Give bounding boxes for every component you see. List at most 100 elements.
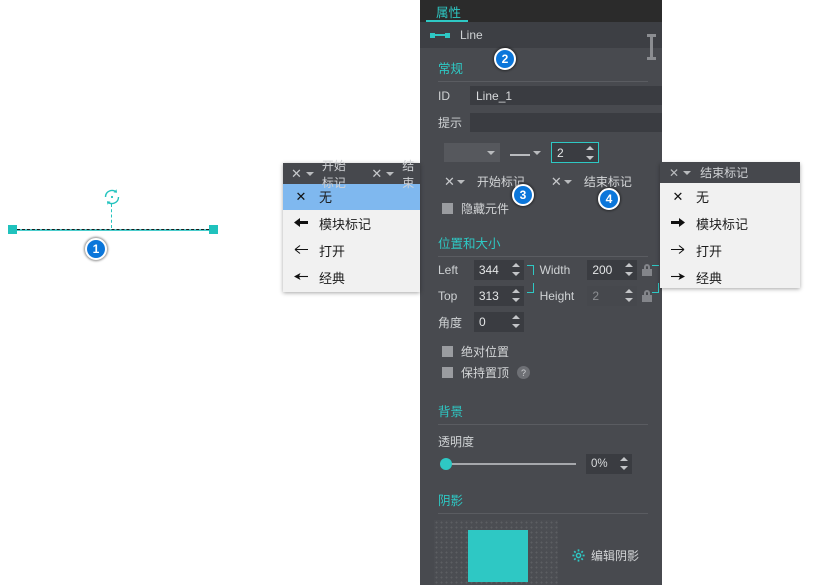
marker-none-x-icon: ✕ bbox=[371, 166, 383, 181]
start-marker-dropdown-header-strip: ✕ 开始标记 ✕ 结束 bbox=[283, 159, 420, 190]
chevron-down-icon bbox=[305, 171, 314, 176]
absolute-position-checkbox[interactable] bbox=[442, 346, 453, 357]
start-marker-option-list: ✕ 无 模块标记 打开 经典 bbox=[283, 183, 420, 291]
app-root: 1 属性 Line 常规 ID Line_1 提示 2 ✕ 开始标记 ✕ 结束标… bbox=[0, 0, 820, 585]
row-hide-widget[interactable]: 隐藏元件 bbox=[420, 194, 662, 223]
overlay-end-label: 结束 bbox=[402, 158, 415, 190]
keep-on-top-label: 保持置顶 bbox=[461, 366, 510, 380]
resize-handle-right[interactable] bbox=[209, 225, 218, 234]
tip-input[interactable] bbox=[470, 113, 662, 132]
stepper-arrows-icon[interactable] bbox=[620, 456, 628, 471]
end-marker-dropdown-header: ✕ 结束标记 bbox=[660, 162, 800, 183]
angle-value: 0 bbox=[479, 315, 486, 329]
angle-label: 角度 bbox=[438, 315, 463, 330]
row-angle: 角度 0 bbox=[438, 309, 662, 335]
option-label: 打开 bbox=[319, 244, 346, 259]
start-marker-option-classic[interactable]: 经典 bbox=[283, 264, 420, 291]
end-marker-option-classic[interactable]: 经典 bbox=[660, 264, 800, 291]
opacity-input[interactable]: 0% bbox=[586, 454, 632, 474]
callout-badge-3: 3 bbox=[512, 184, 534, 206]
stepper-arrows-icon[interactable] bbox=[511, 262, 520, 277]
row-id: ID Line_1 bbox=[420, 82, 662, 109]
top-label: Top bbox=[438, 289, 458, 303]
help-icon[interactable]: ? bbox=[517, 366, 531, 379]
stroke-width-stepper[interactable]: 2 bbox=[551, 142, 599, 163]
stroke-width-value: 2 bbox=[557, 145, 564, 160]
selected-object-name: Line bbox=[460, 28, 483, 42]
rotate-handle-stem bbox=[111, 204, 112, 228]
chevron-down-icon bbox=[386, 171, 395, 176]
opacity-slider[interactable] bbox=[440, 458, 576, 470]
line-widget-selection[interactable] bbox=[8, 225, 218, 234]
chevron-down-icon bbox=[683, 170, 692, 175]
hide-widget-label: 隐藏元件 bbox=[461, 202, 510, 216]
hide-widget-checkbox[interactable] bbox=[442, 203, 453, 214]
row-tip: 提示 bbox=[420, 109, 662, 136]
section-title-general: 常规 bbox=[438, 62, 464, 76]
left-value: 344 bbox=[478, 263, 499, 277]
stroke-controls-row: 2 bbox=[420, 136, 662, 169]
end-marker-option-block[interactable]: 模块标记 bbox=[660, 210, 800, 237]
end-marker-option-open[interactable]: 打开 bbox=[660, 237, 800, 264]
shadow-color-swatch[interactable] bbox=[468, 530, 528, 582]
option-label: 经典 bbox=[319, 271, 346, 286]
stepper-arrows-icon[interactable] bbox=[625, 288, 634, 303]
angle-input[interactable]: 0 bbox=[474, 312, 524, 332]
width-input[interactable]: 200 bbox=[587, 260, 638, 280]
section-title-shadow: 阴影 bbox=[438, 494, 464, 508]
stepper-arrows-icon[interactable] bbox=[625, 262, 634, 277]
top-value: 313 bbox=[478, 289, 499, 303]
end-marker-dropdown-menu[interactable]: ✕ 结束标记 ✕ 无 模块标记 打开 经典 bbox=[660, 162, 800, 291]
lock-width-icon[interactable] bbox=[642, 264, 653, 276]
end-marker-option-none[interactable]: ✕ 无 bbox=[660, 183, 800, 210]
row-absolute-position[interactable]: 绝对位置 bbox=[420, 335, 662, 362]
stroke-color-dropdown[interactable] bbox=[444, 143, 500, 162]
keep-on-top-checkbox[interactable] bbox=[442, 367, 453, 378]
gear-icon bbox=[572, 548, 585, 562]
height-input[interactable]: 2 bbox=[587, 286, 638, 306]
opacity-label: 透明度 bbox=[438, 435, 475, 449]
rotate-handle-icon[interactable] bbox=[101, 186, 123, 208]
link-bracket-top-icon bbox=[524, 257, 534, 283]
width-label: Width bbox=[539, 263, 571, 277]
end-marker-header-label: 结束标记 bbox=[700, 166, 749, 180]
text-cursor-icon bbox=[647, 34, 656, 60]
stepper-arrows-icon[interactable] bbox=[511, 288, 520, 303]
open-arrow-right-icon bbox=[670, 243, 686, 258]
line-selection-dash bbox=[12, 229, 214, 230]
id-input[interactable]: Line_1 bbox=[470, 86, 662, 105]
option-label: 无 bbox=[696, 190, 710, 205]
lock-height-icon[interactable] bbox=[642, 290, 653, 302]
selected-object-bar: Line bbox=[420, 22, 662, 60]
marker-none-x-icon: ✕ bbox=[291, 166, 302, 181]
shadow-preview-row: 编辑阴影 bbox=[420, 514, 662, 585]
top-input[interactable]: 313 bbox=[473, 286, 524, 306]
edit-shadow-button[interactable]: 编辑阴影 bbox=[572, 547, 639, 564]
start-marker-dropdown[interactable]: ✕ bbox=[444, 175, 465, 188]
design-canvas[interactable]: 1 bbox=[0, 0, 420, 585]
height-label: Height bbox=[539, 289, 575, 303]
block-arrow-left-icon bbox=[293, 216, 309, 231]
width-value: 200 bbox=[592, 263, 613, 277]
row-opacity-slider: 0% bbox=[420, 450, 662, 478]
edit-shadow-label: 编辑阴影 bbox=[591, 548, 640, 563]
end-marker-dropdown[interactable]: ✕ bbox=[551, 175, 572, 188]
row-keep-on-top[interactable]: 保持置顶 ? bbox=[420, 362, 662, 387]
row-top-height: Top 313 Height 2 bbox=[438, 283, 662, 309]
stroke-style-dropdown[interactable] bbox=[510, 149, 541, 156]
opacity-slider-knob[interactable] bbox=[440, 458, 452, 470]
stepper-arrows-icon[interactable] bbox=[586, 145, 594, 161]
line-widget-icon bbox=[430, 31, 452, 39]
none-x-icon: ✕ bbox=[295, 188, 307, 204]
left-input[interactable]: 344 bbox=[473, 260, 524, 280]
chevron-down-icon bbox=[533, 150, 541, 155]
classic-arrow-right-icon bbox=[670, 270, 686, 285]
resize-handle-left[interactable] bbox=[8, 225, 17, 234]
start-marker-option-block[interactable]: 模块标记 bbox=[283, 210, 420, 237]
stepper-arrows-icon[interactable] bbox=[512, 314, 520, 329]
start-marker-option-open[interactable]: 打开 bbox=[283, 237, 420, 264]
link-bracket-bottom-icon bbox=[524, 283, 534, 309]
marker-none-x-icon: ✕ bbox=[444, 174, 455, 189]
tab-properties[interactable]: 属性 bbox=[426, 0, 471, 22]
id-label: ID bbox=[438, 88, 450, 103]
